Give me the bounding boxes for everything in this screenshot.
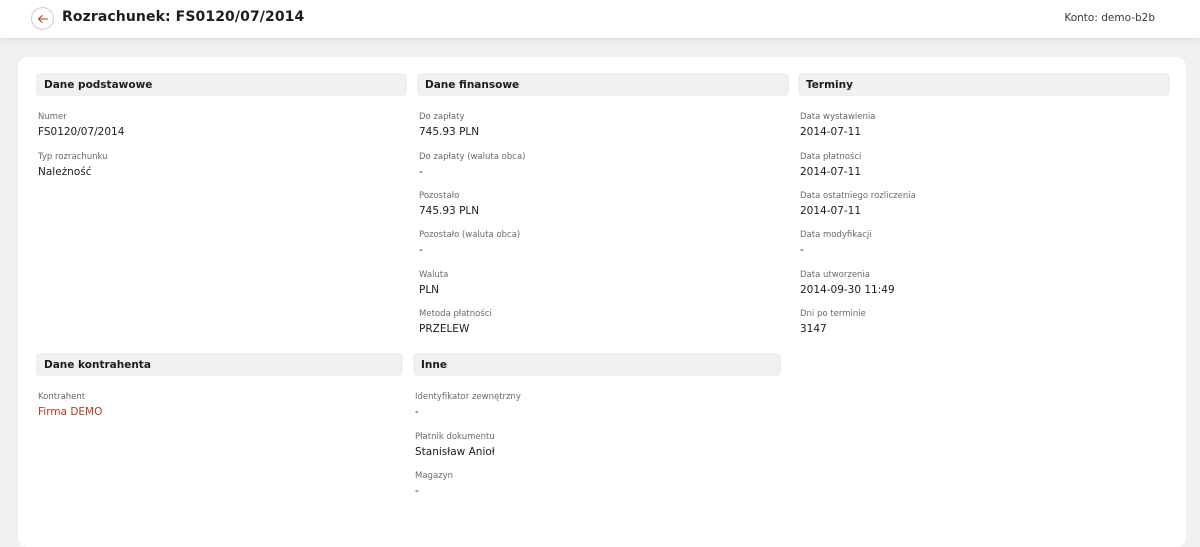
field-amount-due-foreign: Do zapłaty (waluta obca) - (419, 152, 525, 179)
field-label: Dni po terminie (800, 309, 866, 319)
field-issue-date: Data wystawienia 2014-07-11 (800, 112, 875, 139)
field-label: Do zapłaty (419, 112, 465, 122)
field-value: 2014-09-30 11:49 (800, 284, 895, 296)
top-bar: Rozrachunek: FS0120/07/2014 Konto: demo-… (0, 0, 1200, 38)
field-value: Stanisław Anioł (415, 446, 495, 458)
field-payment-date: Data płatności 2014-07-11 (800, 152, 861, 179)
field-contractor: Kontrahent Firma DEMO (38, 392, 102, 419)
contractor-link[interactable]: Firma DEMO (38, 406, 102, 419)
field-value: 745.93 PLN (419, 205, 480, 217)
field-value: 2014-07-11 (800, 126, 862, 138)
details-card: Dane podstawowe Numer FS0120/07/2014 Typ… (18, 57, 1186, 547)
field-value: - (419, 244, 423, 256)
arrow-left-icon (37, 14, 48, 23)
field-label: Płatnik dokumentu (415, 432, 495, 442)
field-label: Do zapłaty (waluta obca) (419, 152, 526, 162)
section-terms: Terminy Data wystawienia 2014-07-11 Data… (798, 73, 1170, 343)
field-value: 3147 (800, 323, 827, 335)
field-value: PLN (419, 284, 440, 296)
section-other: Inne Identyfikator zewnętrzny - Płatnik … (413, 353, 781, 513)
field-value: FS0120/07/2014 (38, 126, 125, 138)
section-contractor: Dane kontrahenta Kontrahent Firma DEMO (36, 353, 403, 513)
field-label: Identyfikator zewnętrzny (415, 392, 521, 402)
field-value: 745.93 PLN (419, 126, 480, 138)
field-label: Pozostało (waluta obca) (419, 230, 521, 240)
field-value: - (419, 166, 423, 178)
field-label: Kontrahent (38, 392, 86, 402)
field-last-settlement-date: Data ostatniego rozliczenia 2014-07-11 (800, 191, 916, 218)
field-label: Magazyn (415, 471, 454, 481)
field-value: PRZELEW (419, 323, 470, 335)
field-modification-date: Data modyfikacji - (800, 230, 872, 257)
field-value: - (800, 244, 804, 256)
field-value: 2014-07-11 (800, 205, 862, 217)
account-label: Konto: demo-b2b (1064, 12, 1155, 24)
field-value: - (415, 406, 419, 418)
section-header-finance: Dane finansowe (417, 73, 789, 96)
field-value: Należność (38, 166, 92, 178)
field-warehouse: Magazyn - (415, 471, 453, 498)
field-currency: Waluta PLN (419, 270, 448, 297)
section-header-other: Inne (413, 353, 781, 376)
field-label: Data ostatniego rozliczenia (800, 191, 916, 201)
field-value: 2014-07-11 (800, 166, 862, 178)
field-payment-method: Metoda płatności PRZELEW (419, 309, 492, 336)
field-external-id: Identyfikator zewnętrzny - (415, 392, 521, 419)
field-value: - (415, 485, 419, 497)
section-header-terms: Terminy (798, 73, 1170, 96)
section-basic: Dane podstawowe Numer FS0120/07/2014 Typ… (36, 73, 407, 343)
field-settlement-type: Typ rozrachunku Należność (38, 152, 108, 179)
page-title: Rozrachunek: FS0120/07/2014 (62, 9, 305, 25)
field-creation-date: Data utworzenia 2014-09-30 11:49 (800, 270, 895, 297)
field-label: Data wystawienia (800, 112, 876, 122)
field-document-payer: Płatnik dokumentu Stanisław Anioł (415, 432, 495, 459)
field-label: Metoda płatności (419, 309, 492, 319)
field-remaining-foreign: Pozostało (waluta obca) - (419, 230, 520, 257)
field-label: Pozostało (419, 191, 460, 201)
field-label: Data modyfikacji (800, 230, 872, 240)
field-amount-due: Do zapłaty 745.93 PLN (419, 112, 479, 139)
field-remaining: Pozostało 745.93 PLN (419, 191, 479, 218)
section-finance: Dane finansowe Do zapłaty 745.93 PLN Do … (417, 73, 789, 343)
field-number: Numer FS0120/07/2014 (38, 112, 124, 139)
field-label: Numer (38, 112, 67, 122)
field-label: Data utworzenia (800, 270, 871, 280)
section-header-contractor: Dane kontrahenta (36, 353, 403, 376)
field-label: Data płatności (800, 152, 862, 162)
back-button[interactable] (31, 7, 54, 30)
field-days-overdue: Dni po terminie 3147 (800, 309, 866, 336)
field-label: Waluta (419, 270, 449, 280)
field-label: Typ rozrachunku (38, 152, 108, 162)
section-header-basic: Dane podstawowe (36, 73, 407, 96)
